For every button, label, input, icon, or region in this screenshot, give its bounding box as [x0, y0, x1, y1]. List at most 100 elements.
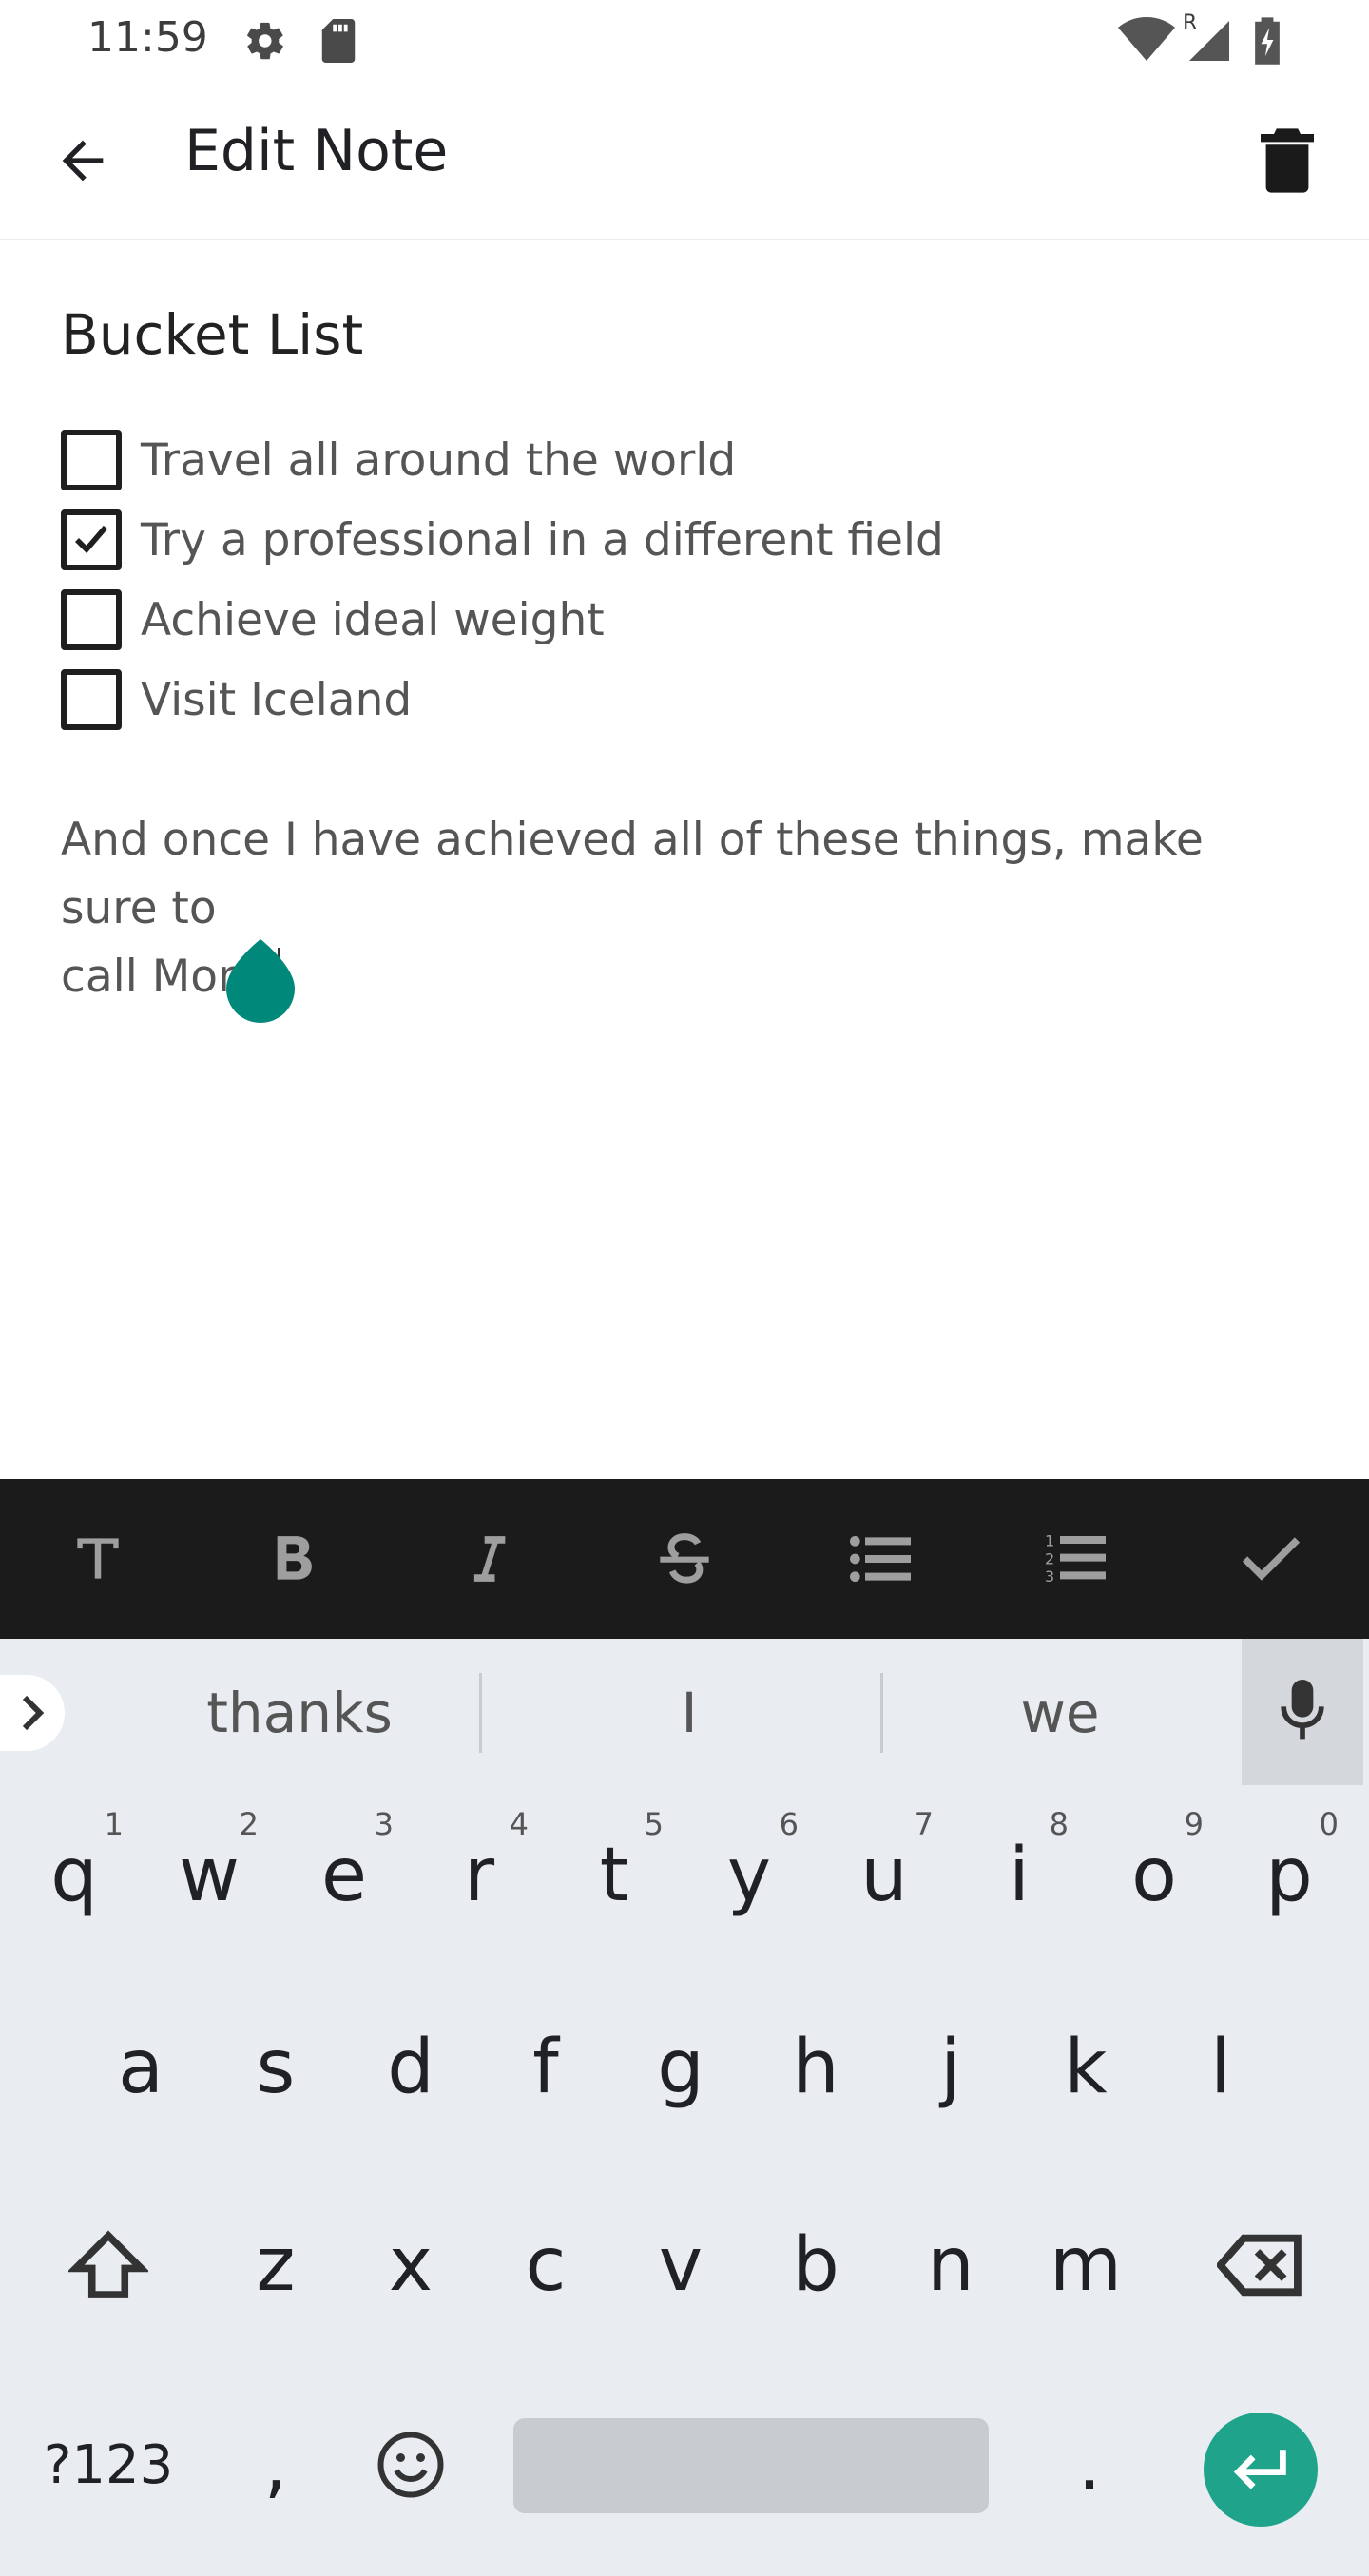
- space-bar[interactable]: [513, 2418, 989, 2513]
- bulleted-list-button[interactable]: [782, 1479, 978, 1639]
- checklist-item[interactable]: Visit Iceland: [61, 660, 1297, 740]
- chevron-right-icon: [22, 1695, 45, 1731]
- status-bar: 11:59 R: [0, 0, 1369, 80]
- key-v[interactable]: v: [614, 2175, 747, 2355]
- strikethrough-icon: [660, 1533, 709, 1584]
- cursor-handle-icon[interactable]: [226, 939, 295, 1023]
- note-editor[interactable]: Bucket List Travel all around the world …: [0, 240, 1369, 1479]
- key-d[interactable]: d: [344, 1977, 477, 2158]
- checklist: Travel all around the world Try a profes…: [61, 420, 1297, 740]
- key-g[interactable]: g: [614, 1977, 747, 2158]
- key-h[interactable]: h: [749, 1977, 882, 2158]
- key-a[interactable]: a: [74, 1977, 207, 2158]
- key-b[interactable]: b: [749, 2175, 882, 2355]
- shift-key[interactable]: [42, 2175, 175, 2355]
- key-u[interactable]: u7: [818, 1785, 951, 1966]
- checklist-item-label[interactable]: Travel all around the world: [141, 434, 736, 487]
- checklist-item-label[interactable]: Visit Iceland: [141, 674, 412, 726]
- key-label: p: [1265, 1833, 1313, 1918]
- key-r[interactable]: r4: [413, 1785, 546, 1966]
- key-f[interactable]: f: [479, 1977, 612, 2158]
- key-hint: 3: [374, 1806, 394, 1842]
- key-i[interactable]: i8: [953, 1785, 1086, 1966]
- wifi-icon: [1118, 17, 1175, 61]
- text-style-button[interactable]: [0, 1479, 196, 1639]
- key-k[interactable]: k: [1019, 1977, 1152, 2158]
- checklist-item[interactable]: Travel all around the world: [61, 420, 1297, 500]
- key-p[interactable]: p0: [1223, 1785, 1356, 1966]
- bulleted-list-icon: [849, 1536, 911, 1582]
- key-q[interactable]: q1: [8, 1785, 141, 1966]
- key-label: u: [860, 1833, 908, 1918]
- key-m[interactable]: m: [1019, 2175, 1152, 2355]
- checklist-item[interactable]: Achieve ideal weight: [61, 580, 1297, 660]
- key-label: t: [599, 1833, 629, 1918]
- key-hint: 8: [1049, 1806, 1069, 1842]
- key-l[interactable]: l: [1154, 1977, 1287, 2158]
- done-button[interactable]: [1173, 1479, 1369, 1639]
- italic-button[interactable]: [391, 1479, 587, 1639]
- key-hint: 0: [1319, 1806, 1339, 1842]
- voice-input-button[interactable]: [1242, 1639, 1363, 1785]
- checklist-item-label[interactable]: Achieve ideal weight: [141, 594, 605, 646]
- suggestion-strip: thanks I we: [0, 1639, 1369, 1785]
- formatting-toolbar: 1 2 3: [0, 1479, 1369, 1639]
- checkbox-unchecked[interactable]: [61, 589, 122, 650]
- symbols-key[interactable]: ?123: [32, 2374, 184, 2555]
- key-hint: 5: [644, 1806, 664, 1842]
- backspace-key[interactable]: [1194, 2175, 1327, 2355]
- checklist-item-label[interactable]: Try a professional in a different field: [141, 514, 944, 567]
- key-t[interactable]: t5: [548, 1785, 681, 1966]
- delete-note-button[interactable]: [1253, 122, 1321, 200]
- suggestion-divider: [479, 1673, 482, 1753]
- key-label: q: [50, 1833, 98, 1918]
- key-label: w: [179, 1833, 240, 1918]
- microphone-icon: [1281, 1680, 1324, 1740]
- checkbox-checked[interactable]: [61, 509, 122, 570]
- key-x[interactable]: x: [344, 2175, 477, 2355]
- suggestion-toggle-button[interactable]: [0, 1675, 65, 1751]
- numbered-list-button[interactable]: 1 2 3: [977, 1479, 1173, 1639]
- key-hint: 7: [914, 1806, 934, 1842]
- enter-key[interactable]: [1204, 2413, 1318, 2527]
- app-bar: Edit Note: [0, 80, 1369, 240]
- settings-gear-icon: [247, 22, 283, 60]
- page-title: Edit Note: [184, 118, 449, 184]
- key-c[interactable]: c: [479, 2175, 612, 2355]
- bold-icon: [277, 1536, 312, 1580]
- key-z[interactable]: z: [209, 2175, 342, 2355]
- key-o[interactable]: o9: [1088, 1785, 1221, 1966]
- italic-icon: [474, 1536, 506, 1582]
- period-key[interactable]: .: [1023, 2374, 1156, 2555]
- note-body-line-1[interactable]: And once I have achieved all of these th…: [61, 814, 1204, 934]
- emoji-icon: [377, 2432, 444, 2498]
- key-n[interactable]: n: [884, 2175, 1017, 2355]
- key-j[interactable]: j: [884, 1977, 1017, 2158]
- suggestion-1[interactable]: thanks: [105, 1675, 494, 1751]
- key-w[interactable]: w2: [143, 1785, 276, 1966]
- checkmark-icon: [74, 525, 108, 554]
- checkbox-unchecked[interactable]: [61, 669, 122, 730]
- note-title[interactable]: Bucket List: [61, 302, 363, 367]
- key-s[interactable]: s: [209, 1977, 342, 2158]
- bold-button[interactable]: [196, 1479, 392, 1639]
- emoji-key[interactable]: [344, 2374, 477, 2555]
- checkbox-unchecked[interactable]: [61, 430, 122, 490]
- key-y[interactable]: y6: [683, 1785, 816, 1966]
- status-time: 11:59: [87, 13, 208, 62]
- suggestion-divider: [880, 1673, 883, 1753]
- soft-keyboard: thanks I we q1 w2 e3 r4 t5 y6 u7 i8 o9 p…: [0, 1639, 1369, 2576]
- suggestion-3[interactable]: we: [884, 1675, 1236, 1751]
- strikethrough-button[interactable]: [587, 1479, 782, 1639]
- checklist-item[interactable]: Try a professional in a different field: [61, 500, 1297, 580]
- key-hint: 6: [779, 1806, 799, 1842]
- key-e[interactable]: e3: [278, 1785, 411, 1966]
- back-button[interactable]: [44, 122, 122, 200]
- suggestion-2[interactable]: I: [494, 1675, 884, 1751]
- arrow-back-icon: [62, 140, 104, 182]
- key-hint: 2: [239, 1806, 259, 1842]
- comma-key[interactable]: ,: [209, 2374, 342, 2555]
- key-label: o: [1131, 1833, 1177, 1918]
- numbered-list-icon: 1 2 3: [1045, 1532, 1107, 1586]
- enter-arrow-icon: [1233, 2450, 1286, 2489]
